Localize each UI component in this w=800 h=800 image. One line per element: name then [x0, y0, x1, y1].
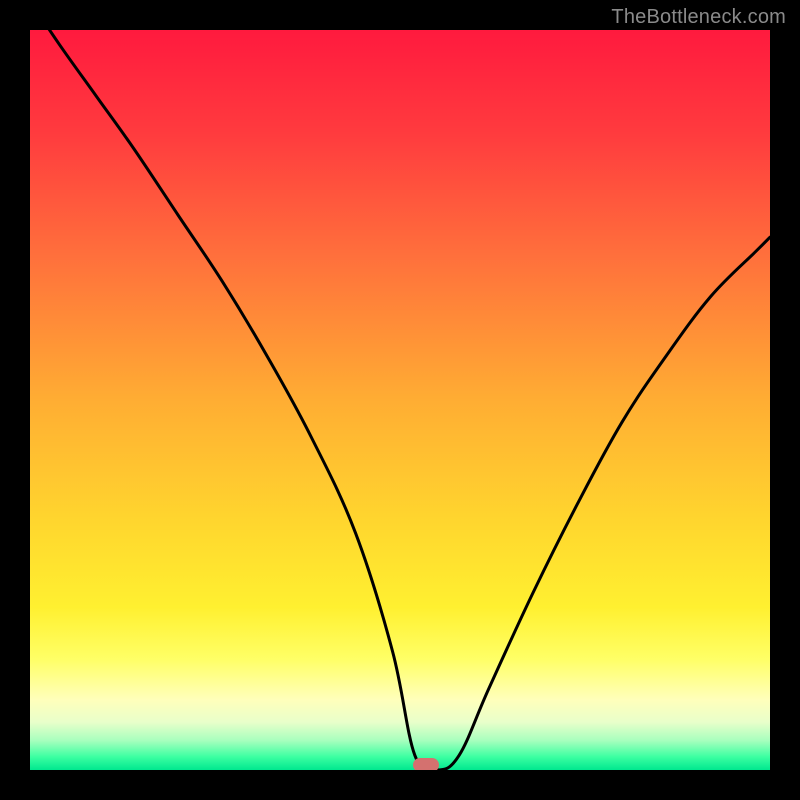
curve-layer [30, 30, 770, 770]
optimal-marker [413, 758, 439, 770]
plot-area [30, 30, 770, 770]
chart-frame: TheBottleneck.com [0, 0, 800, 800]
watermark-text: TheBottleneck.com [611, 6, 786, 29]
bottleneck-curve [30, 30, 770, 770]
